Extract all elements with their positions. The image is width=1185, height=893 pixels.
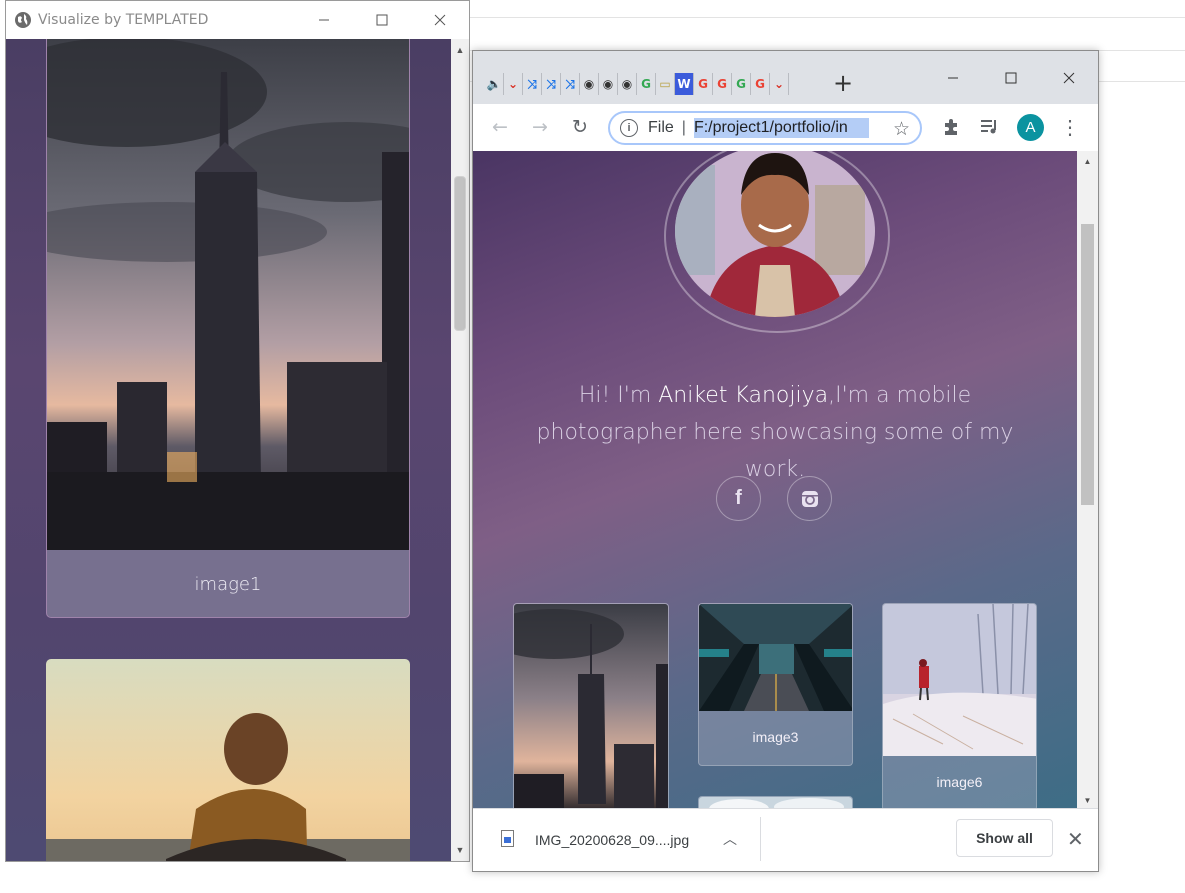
minimize-button[interactable] [924, 51, 982, 104]
card-caption: image1 [194, 574, 262, 595]
thumb-caption: image3 [752, 729, 799, 745]
download-bar: IMG_20200628_09....jpg ︿ Show all ✕ [473, 808, 1098, 871]
scrollbar-thumb[interactable] [454, 176, 466, 331]
close-icon[interactable]: ✕ [1067, 827, 1084, 852]
tab-gmail-icon[interactable]: ⌄ [770, 73, 789, 95]
profile-avatar[interactable]: A [1017, 114, 1044, 141]
scheme-separator: | [681, 119, 686, 136]
maximize-button[interactable] [982, 51, 1040, 104]
maximize-icon [376, 14, 388, 26]
image-file-icon [501, 830, 514, 847]
scroll-up-arrow-icon[interactable]: ▲ [1077, 153, 1098, 170]
close-button[interactable] [411, 1, 469, 39]
snow-forest-photo [883, 604, 1036, 756]
background-divider [470, 17, 1185, 18]
vertical-scrollbar[interactable]: ▲ ▼ [451, 39, 469, 861]
facebook-button[interactable]: f [716, 476, 761, 521]
city-skyline-photo [47, 39, 409, 550]
close-icon [434, 14, 446, 26]
minimize-icon [319, 19, 329, 21]
tab-document-icon[interactable]: ▭ [656, 73, 675, 95]
tab-shuffle-icon[interactable]: ⤨ [523, 73, 542, 95]
tab-google-icon[interactable]: G [713, 73, 732, 95]
gallery-thumb[interactable]: image6 [882, 603, 1037, 811]
tab-speaker-icon[interactable]: 🔈 [485, 73, 504, 95]
menu-kebab-icon[interactable]: ⋮ [1059, 116, 1081, 139]
media-control-icon[interactable] [979, 116, 1001, 138]
tab-strip: 🔈 ⌄ ⤨ ⤨ ⤨ ◉ ◉ ◉ G ▭ W G G G G ⌄ + [473, 51, 1098, 104]
forward-arrow-icon[interactable]: → [529, 116, 551, 138]
instagram-icon [801, 490, 818, 507]
tab-gmail-icon[interactable]: ⌄ [504, 73, 523, 95]
close-button[interactable] [1040, 51, 1098, 104]
scroll-up-arrow-icon[interactable]: ▲ [451, 41, 469, 59]
tab-google-icon[interactable]: G [751, 73, 770, 95]
browser-toolbar: ← → ↻ i File | F:/project1/portfolio/in … [473, 104, 1098, 151]
info-icon[interactable]: i [620, 119, 638, 137]
maximize-button[interactable] [353, 1, 411, 39]
web-page: Hi! I'm Aniket Kanojiya,I'm a mobile pho… [473, 151, 1077, 811]
intro-prefix: Hi! I'm [578, 383, 659, 408]
tab-shuffle-icon[interactable]: ⤨ [542, 73, 561, 95]
visualize-window: Visualize by TEMPLATED image1 ▲ ▼ [5, 0, 470, 862]
back-arrow-icon[interactable]: ← [489, 116, 511, 138]
page-scrollbar[interactable]: ▲ ▼ [1077, 151, 1098, 811]
intro-name: Aniket Kanojiya [658, 383, 829, 408]
city-skyline-photo [514, 604, 668, 811]
extensions-puzzle-icon[interactable] [940, 116, 962, 138]
show-all-button[interactable]: Show all [956, 819, 1053, 857]
minimize-button[interactable] [295, 1, 353, 39]
tab-word-icon[interactable]: W [675, 73, 694, 95]
download-filename[interactable]: IMG_20200628_09....jpg [535, 832, 689, 848]
tab-shuffle-icon[interactable]: ⤨ [561, 73, 580, 95]
scheme-label: File [648, 119, 674, 136]
gallery-card[interactable]: image1 [46, 39, 410, 618]
escalator-photo [699, 604, 852, 711]
reload-icon[interactable]: ↻ [569, 116, 591, 138]
facebook-icon: f [735, 487, 742, 509]
window-titlebar[interactable]: Visualize by TEMPLATED [6, 1, 469, 39]
gallery-thumb[interactable]: image3 [698, 603, 853, 766]
intro-text: Hi! I'm Aniket Kanojiya,I'm a mobile pho… [513, 377, 1037, 488]
instagram-button[interactable] [787, 476, 832, 521]
gallery-card[interactable] [46, 659, 410, 861]
page-content: image1 [6, 39, 452, 861]
person-beach-photo [46, 659, 410, 861]
bookmark-star-icon[interactable]: ☆ [893, 118, 910, 141]
scroll-down-arrow-icon[interactable]: ▼ [1077, 792, 1098, 809]
gallery-thumb[interactable] [513, 603, 669, 811]
scrollbar-thumb[interactable] [1081, 224, 1094, 505]
profile-photo [675, 151, 875, 317]
scroll-down-arrow-icon[interactable]: ▼ [451, 841, 469, 859]
new-tab-button[interactable]: + [833, 69, 853, 97]
globe-icon [15, 12, 31, 28]
tab-github-icon[interactable]: ◉ [618, 73, 637, 95]
chevron-up-icon[interactable]: ︿ [723, 829, 737, 849]
browser-window: 🔈 ⌄ ⤨ ⤨ ⤨ ◉ ◉ ◉ G ▭ W G G G G ⌄ + ← → ↻ … [472, 50, 1099, 872]
maximize-icon [1005, 72, 1017, 83]
address-bar[interactable]: i File | F:/project1/portfolio/in ☆ [608, 111, 922, 145]
close-icon [1063, 72, 1075, 83]
tab-github-icon[interactable]: ◉ [580, 73, 599, 95]
tab-google-icon[interactable]: G [732, 73, 751, 95]
tab-google-icon[interactable]: G [694, 73, 713, 95]
thumb-caption: image6 [936, 774, 983, 790]
url-text[interactable]: F:/project1/portfolio/in [693, 118, 869, 138]
window-title: Visualize by TEMPLATED [38, 12, 209, 28]
tab-github-icon[interactable]: ◉ [599, 73, 618, 95]
download-divider [760, 817, 761, 861]
minimize-icon [948, 77, 958, 78]
tab-google-icon[interactable]: G [637, 73, 656, 95]
